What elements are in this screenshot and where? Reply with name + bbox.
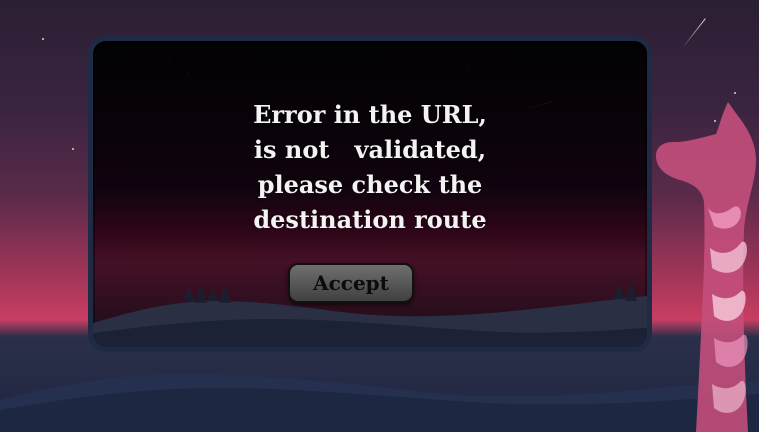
shooting-star xyxy=(681,18,706,49)
star xyxy=(42,38,44,40)
star xyxy=(72,148,74,150)
accept-button[interactable]: Accept xyxy=(288,263,414,303)
giraffe-icon xyxy=(656,102,756,432)
star xyxy=(734,92,736,94)
error-dialog: Error in the URL, is not validated, plea… xyxy=(88,36,652,352)
dialog-message: Error in the URL, is not validated, plea… xyxy=(253,100,487,234)
